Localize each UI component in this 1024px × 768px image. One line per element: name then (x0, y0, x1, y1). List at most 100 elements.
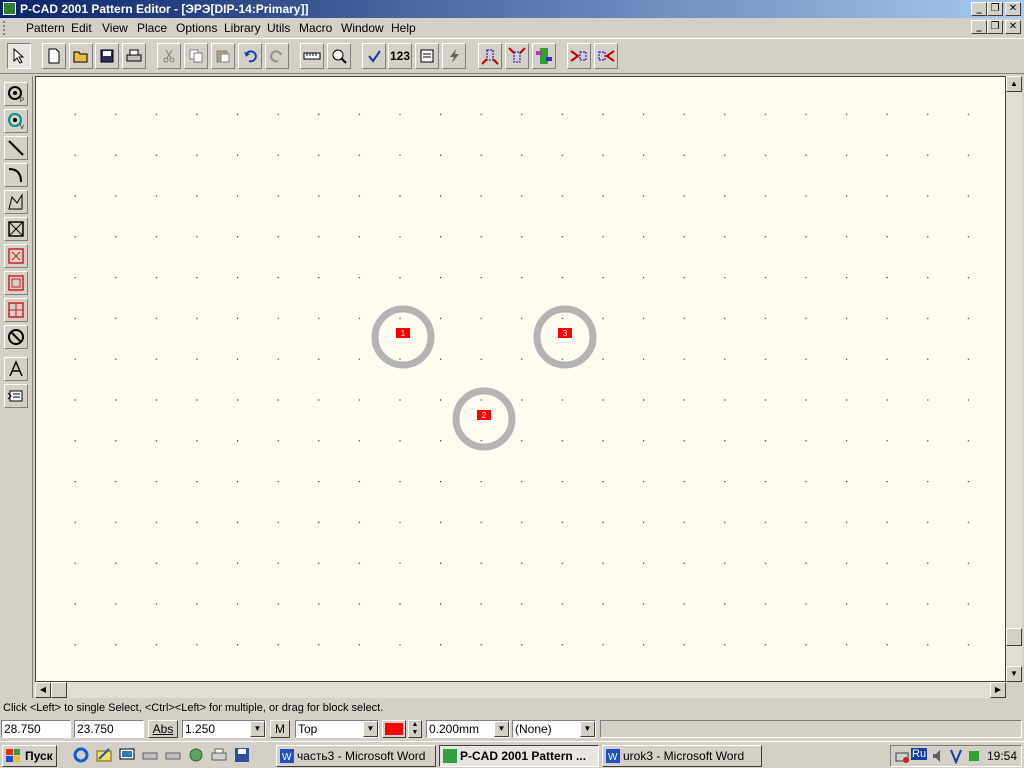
layers-icon (536, 48, 552, 64)
attribute-tool[interactable] (4, 384, 28, 408)
select-button[interactable] (7, 43, 31, 69)
m-toggle-button[interactable]: M (270, 720, 290, 738)
chevron-down-icon[interactable]: ▼ (363, 721, 378, 737)
word-icon: W (280, 749, 294, 763)
svg-text:W: W (608, 752, 618, 763)
chevron-down-icon[interactable]: ▼ (250, 721, 265, 737)
drive-icon-2[interactable] (165, 747, 181, 763)
lightning-button[interactable] (442, 43, 466, 69)
paste-button[interactable] (211, 43, 235, 69)
internet-explorer-icon[interactable] (73, 747, 89, 763)
keepout-tool[interactable] (4, 271, 28, 295)
desktop-icon[interactable] (119, 747, 135, 763)
menu-utils[interactable]: Utils (267, 21, 290, 35)
plane-tool[interactable] (4, 298, 28, 322)
doc-restore-button[interactable]: ❐ (987, 20, 1003, 34)
horizontal-scrollbar[interactable]: ◀ ▶ (35, 682, 1006, 698)
select-icon (13, 48, 25, 64)
horizontal-scroll-thumb[interactable] (51, 682, 67, 698)
floppy-icon[interactable] (234, 747, 250, 763)
x-coordinate-field[interactable]: 28.750 (1, 720, 71, 738)
start-button[interactable]: Пуск (2, 745, 57, 767)
cut-button[interactable] (157, 43, 181, 69)
cutout-tool[interactable] (4, 244, 28, 268)
minimize-button[interactable]: _ (971, 2, 987, 16)
doc-minimize-button[interactable]: _ (971, 20, 987, 34)
new-button[interactable] (42, 43, 66, 69)
open-button[interactable] (69, 43, 93, 69)
zoom-button[interactable] (327, 43, 351, 69)
restore-button[interactable]: ❐ (987, 2, 1003, 16)
network-icon[interactable] (188, 747, 204, 763)
menu-pattern[interactable]: Pattern (26, 21, 65, 35)
print-button[interactable] (122, 43, 146, 69)
text-tool[interactable] (4, 357, 28, 381)
vertical-scrollbar[interactable]: ▲ ▼ (1006, 76, 1022, 682)
task-word-chast3[interactable]: W часть3 - Microsoft Word (276, 745, 436, 767)
vertical-scroll-thumb[interactable] (1006, 628, 1022, 646)
polygon-icon (8, 193, 23, 210)
redo-button[interactable] (265, 43, 289, 69)
drawing-canvas[interactable]: 1 3 2 (35, 76, 1006, 682)
copy-icon (189, 49, 203, 63)
layer-color-button[interactable] (382, 720, 406, 738)
place-via-tool[interactable]: V (4, 109, 28, 133)
place-pad-tool[interactable]: P (4, 82, 28, 106)
printer-tray-icon[interactable] (895, 748, 909, 764)
menu-macro[interactable]: Macro (299, 21, 332, 35)
lightning-icon (450, 49, 459, 63)
layer-spinner[interactable]: ▲ ▼ (408, 720, 422, 738)
menu-library[interactable]: Library (224, 21, 261, 35)
menu-options[interactable]: Options (176, 21, 217, 35)
drc-check-button[interactable] (362, 43, 386, 69)
chevron-down-icon[interactable]: ▼ (580, 721, 595, 737)
layers-button[interactable] (532, 43, 556, 69)
measure-button[interactable] (300, 43, 324, 69)
line-tool[interactable] (4, 136, 28, 160)
scanner-icon[interactable] (211, 747, 227, 763)
line-width-select[interactable]: 0.200mm ▼ (426, 720, 510, 738)
copy-button[interactable] (184, 43, 208, 69)
menu-window[interactable]: Window (341, 21, 384, 35)
arc-tool[interactable] (4, 163, 28, 187)
mirror-button[interactable] (567, 43, 591, 69)
language-indicator[interactable]: Ru (911, 748, 928, 760)
chevron-down-icon[interactable]: ▼ (494, 721, 509, 737)
scroll-left-icon[interactable]: ◀ (35, 682, 51, 698)
pad-style-button[interactable] (478, 43, 502, 69)
menu-place[interactable]: Place (137, 21, 167, 35)
drive-icon[interactable] (142, 747, 158, 763)
no-entry-tool[interactable] (4, 325, 28, 349)
menu-edit[interactable]: Edit (71, 21, 92, 35)
abs-toggle-button[interactable]: Abs (148, 720, 178, 738)
net-select[interactable]: (None) ▼ (512, 720, 596, 738)
speaker-icon[interactable] (931, 748, 945, 764)
menu-help[interactable]: Help (391, 21, 416, 35)
task-pcad[interactable]: P-CAD 2001 Pattern ... (439, 745, 599, 767)
via-style-button[interactable] (505, 43, 529, 69)
outlook-express-icon[interactable] (96, 747, 112, 763)
status-message: Click <Left> to single Select, <Ctrl><Le… (3, 702, 384, 714)
line-icon (8, 140, 24, 156)
grid-select[interactable]: 1.250 ▼ (182, 720, 266, 738)
task-word-urok3[interactable]: W urok3 - Microsoft Word (602, 745, 762, 767)
save-button[interactable] (95, 43, 119, 69)
scroll-down-icon[interactable]: ▼ (1006, 666, 1022, 682)
menu-view[interactable]: View (102, 21, 128, 35)
close-button[interactable]: ✕ (1005, 2, 1021, 16)
doc-close-button[interactable]: ✕ (1005, 20, 1021, 34)
copper-pour-tool[interactable] (4, 217, 28, 241)
layer-select[interactable]: Top ▼ (295, 720, 379, 738)
title-bar: P-CAD 2001 Pattern Editor - [ЭРЭ[DIP-14:… (0, 0, 1024, 18)
y-coordinate-field[interactable]: 23.750 (74, 720, 144, 738)
polygon-tool[interactable] (4, 190, 28, 214)
pattern-wizard-button[interactable] (415, 43, 439, 69)
tray-app-icon[interactable] (967, 748, 981, 764)
scroll-up-icon[interactable]: ▲ (1006, 76, 1022, 92)
task-label: urok3 - Microsoft Word (623, 749, 745, 763)
antivirus-icon[interactable] (949, 748, 963, 764)
scroll-right-icon[interactable]: ▶ (990, 682, 1006, 698)
flip-button[interactable] (594, 43, 618, 69)
undo-button[interactable] (238, 43, 262, 69)
renumber-button[interactable]: 123 (388, 43, 412, 69)
